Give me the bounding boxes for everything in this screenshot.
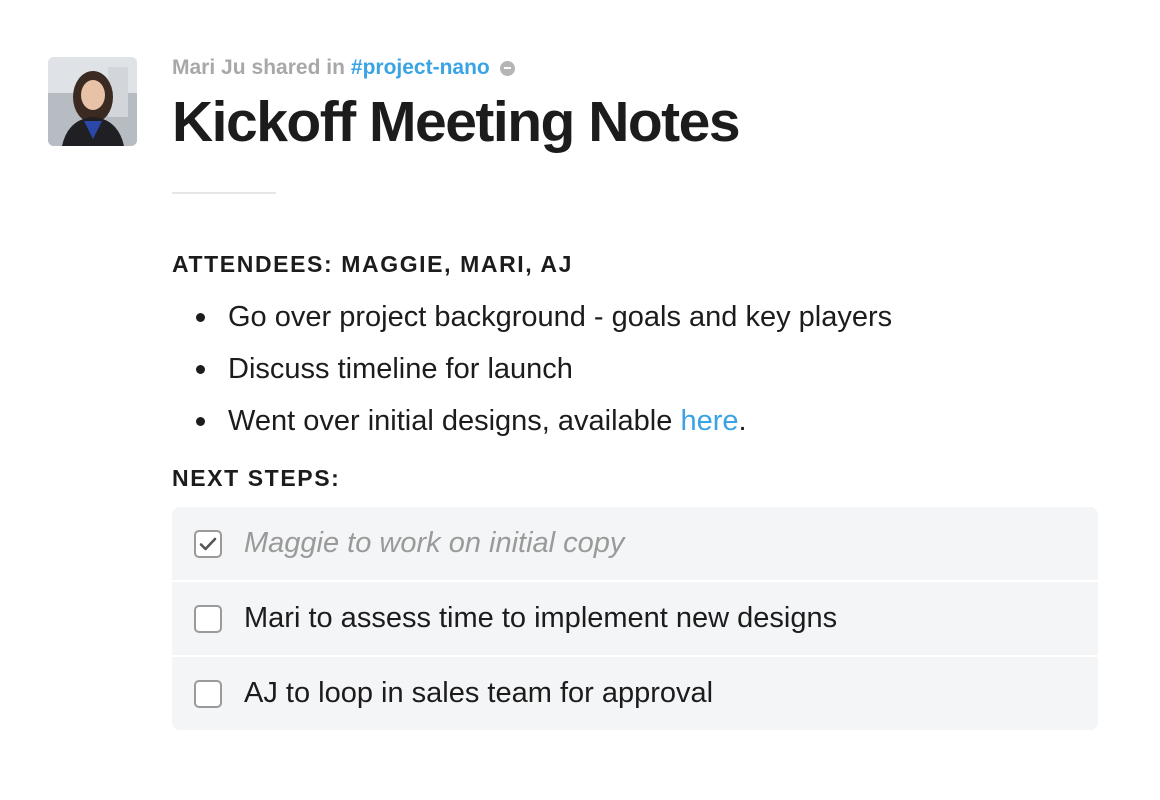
list-item-text: Go over project background - goals and k… (228, 301, 893, 333)
post-title: Kickoff Meeting Notes (172, 90, 741, 154)
attendees-heading: ATTENDEES: MAGGIE, MARI, AJ (172, 251, 573, 277)
checkbox-unchecked[interactable] (194, 604, 222, 633)
checklist-item[interactable]: Maggie to work on initial copy (172, 507, 1098, 582)
checklist-item[interactable]: Mari to assess time to implement new des… (172, 582, 1098, 657)
checkbox-checked[interactable] (194, 529, 222, 558)
list-item-text: Discuss timeline for launch (228, 353, 573, 385)
attendees-list: Go over project background - goals and k… (172, 291, 1102, 447)
channel-link[interactable]: #project-nano (351, 52, 490, 84)
avatar-photo (48, 57, 137, 146)
bullet-icon (196, 313, 205, 322)
next-steps-heading: NEXT STEPS: (172, 465, 341, 491)
checkbox-unchecked[interactable] (194, 679, 222, 708)
checklist-item[interactable]: AJ to loop in sales team for approval (172, 657, 1098, 730)
bullet-icon (196, 365, 205, 374)
shared-label: shared in (251, 56, 345, 79)
message-content: Mari Ju shared in #project-nano Kickoff … (172, 52, 1102, 730)
list-item-text: Went over initial designs, available (228, 405, 681, 437)
check-icon (199, 537, 217, 550)
avatar[interactable] (48, 57, 137, 146)
list-item: Go over project background - goals and k… (172, 291, 1102, 343)
next-steps-checklist: Maggie to work on initial copy Mari to a… (172, 507, 1098, 730)
title-divider (172, 192, 276, 194)
designs-link[interactable]: here (680, 405, 738, 437)
list-item-suffix: . (738, 405, 747, 437)
list-item: Went over initial designs, available her… (172, 395, 1102, 447)
shared-channel-icon (499, 60, 515, 76)
checklist-item-text: Mari to assess time to implement new des… (244, 602, 838, 634)
bullet-icon (196, 417, 205, 426)
checklist-item-text: AJ to loop in sales team for approval (244, 677, 714, 709)
list-item: Discuss timeline for launch (172, 343, 1102, 395)
author-name[interactable]: Mari Ju (172, 52, 246, 84)
post-meta: Mari Ju shared in #project-nano (172, 52, 1102, 84)
checklist-item-text: Maggie to work on initial copy (244, 527, 625, 559)
